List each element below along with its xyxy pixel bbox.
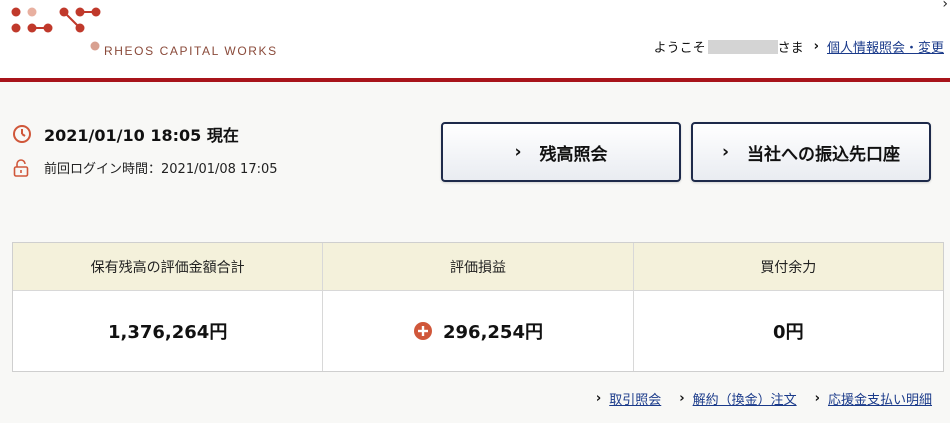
cancel-order-link[interactable]: 解約（換金）注文 [693,389,797,408]
chevron-right-icon: › [679,391,685,406]
current-time: 2021/01/10 18:05 現在 [44,126,239,145]
logo-mark-icon [11,7,101,51]
welcome-suffix: さま [777,41,804,56]
plus-circle-icon [414,322,432,340]
balance-inquiry-label: 残高照会 [539,144,608,165]
transfer-account-button[interactable]: › 当社への振込先口座 [691,122,931,182]
header-buying-power: 買付余力 [760,259,817,276]
summary-header-row: 保有残高の評価金額合計 評価損益 買付余力 [13,243,943,291]
header-valuation-pl: 評価損益 [323,243,634,290]
header: RHEOS CAPITAL WORKS › ようこそ さま › 個人情報照会・変… [0,0,950,78]
summary-table: 保有残高の評価金額合計 評価損益 買付余力 1,376,264円 296,254… [12,242,944,372]
chevron-right-icon: › [813,39,819,54]
chevron-right-icon: › [814,391,820,406]
support-payout-link[interactable]: 応援金支払い明細 [828,389,932,408]
balance-inquiry-button[interactable]: › 残高照会 [441,122,681,182]
last-login-row: 前回ログイン時間：2021/01/08 17:05 [12,158,278,177]
profile-link[interactable]: 個人情報照会・変更 [827,37,944,56]
chevron-right-icon: › [595,391,602,406]
clock-icon [13,125,31,143]
last-login-time: 前回ログイン時間：2021/01/08 17:05 [44,162,278,177]
company-logo[interactable]: RHEOS CAPITAL WORKS [10,6,310,58]
close-icon[interactable]: › [942,0,948,12]
masked-username [707,39,778,54]
header-total-valuation: 保有残高の評価金額合計 [13,243,324,290]
welcome-area: ようこそ さま › 個人情報照会・変更 [654,37,944,56]
logo-text: RHEOS CAPITAL WORKS [104,44,278,58]
total-valuation-value: 1,376,264円 [13,291,324,371]
summary-value-row: 1,376,264円 296,254円 0円 [13,291,943,371]
valuation-pl-cell: 296,254円 [323,291,634,371]
unlock-icon [13,158,29,177]
buying-power-value: 0円 [773,322,804,343]
chevron-right-icon: › [514,142,522,162]
trade-history-link[interactable]: 取引照会 [609,389,661,408]
current-time-row: 2021/01/10 18:05 現在 [12,122,239,146]
chevron-right-icon: › [721,142,729,162]
welcome-prefix: ようこそ [653,41,706,56]
valuation-pl-value: 296,254円 [443,322,543,343]
transfer-account-label: 当社への振込先口座 [747,144,900,165]
footer-links: › 取引照会 › 解約（換金）注文 › 応援金支払い明細 [596,389,932,408]
main-panel: 2021/01/10 18:05 現在 前回ログイン時間：2021/01/08 … [0,82,950,423]
